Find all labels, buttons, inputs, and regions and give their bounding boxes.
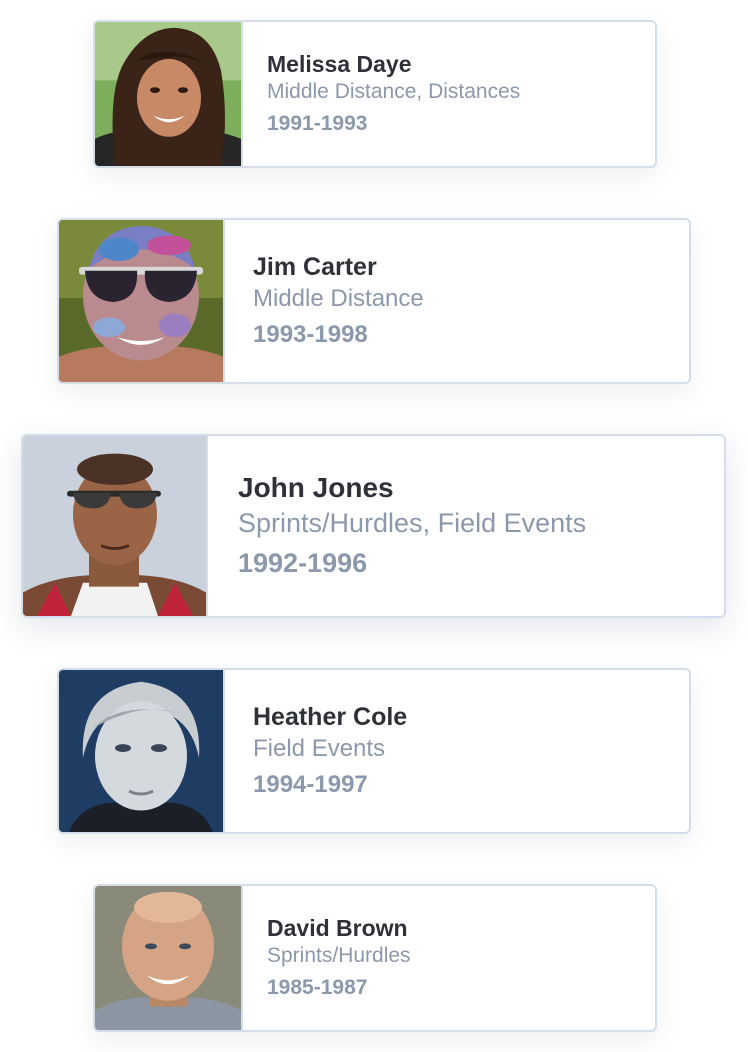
athlete-years: 1992-1996 bbox=[238, 548, 368, 578]
athlete-photo bbox=[59, 220, 225, 382]
athlete-discipline: Sprints/Hurdles, Field Events bbox=[238, 508, 587, 538]
athlete-card[interactable]: Jim Carter Middle Distance 1993-1998 bbox=[57, 218, 691, 384]
athlete-photo bbox=[95, 22, 243, 166]
athlete-list: Melissa Daye Middle Distance, Distances … bbox=[0, 0, 748, 1052]
athlete-name: John Jones bbox=[238, 472, 394, 503]
athlete-years: 1993-1998 bbox=[253, 320, 368, 348]
athlete-years: 1985-1987 bbox=[267, 975, 368, 999]
athlete-info: John Jones Sprints/Hurdles, Field Events… bbox=[208, 436, 724, 616]
athlete-discipline: Middle Distance bbox=[253, 284, 424, 312]
athlete-name: Heather Cole bbox=[253, 702, 408, 731]
athlete-name: David Brown bbox=[267, 914, 408, 941]
athlete-photo bbox=[95, 886, 243, 1030]
athlete-name: Jim Carter bbox=[253, 252, 377, 281]
athlete-card[interactable]: David Brown Sprints/Hurdles 1985-1987 bbox=[93, 884, 657, 1032]
athlete-card[interactable]: Heather Cole Field Events 1994-1997 bbox=[57, 668, 691, 834]
athlete-card[interactable]: Melissa Daye Middle Distance, Distances … bbox=[93, 20, 657, 168]
athlete-info: Heather Cole Field Events 1994-1997 bbox=[225, 670, 689, 832]
athlete-photo bbox=[23, 436, 208, 616]
athlete-info: David Brown Sprints/Hurdles 1985-1987 bbox=[243, 886, 655, 1030]
athlete-info: Melissa Daye Middle Distance, Distances … bbox=[243, 22, 655, 166]
athlete-discipline: Sprints/Hurdles bbox=[267, 943, 411, 967]
athlete-info: Jim Carter Middle Distance 1993-1998 bbox=[225, 220, 689, 382]
athlete-years: 1994-1997 bbox=[253, 770, 368, 798]
athlete-discipline: Middle Distance, Distances bbox=[267, 79, 521, 103]
athlete-name: Melissa Daye bbox=[267, 50, 412, 77]
athlete-photo bbox=[59, 670, 225, 832]
athlete-card[interactable]: John Jones Sprints/Hurdles, Field Events… bbox=[21, 434, 726, 618]
athlete-discipline: Field Events bbox=[253, 734, 386, 762]
athlete-years: 1991-1993 bbox=[267, 111, 368, 135]
